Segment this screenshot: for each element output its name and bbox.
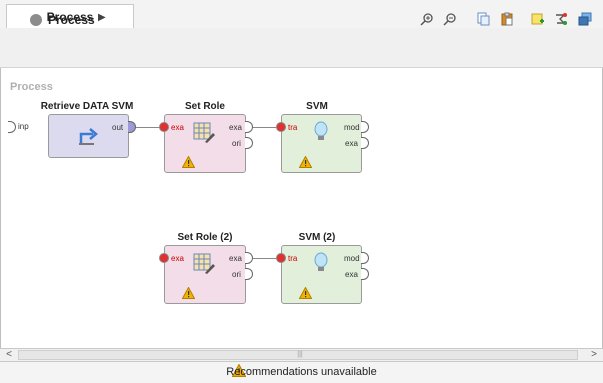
operator-title-retrieve: Retrieve DATA SVM (40, 101, 134, 112)
setrole2-in-label: exa (171, 254, 184, 263)
lightbulb-icon (314, 121, 328, 140)
operator-setrole[interactable]: exa exa ori (164, 114, 246, 173)
svm-out2-label: exa (345, 139, 358, 148)
scroll-left-arrow-icon[interactable]: < (2, 348, 16, 362)
paste-icon[interactable] (500, 12, 514, 26)
warning-icon (182, 287, 195, 299)
warning-icon (299, 156, 312, 168)
setrole2-in-port[interactable] (159, 253, 169, 263)
breadcrumb-process[interactable]: Process (48, 13, 95, 27)
svm-out1-label: mod (344, 123, 360, 132)
wire-setrole2-svm2 (252, 258, 276, 259)
setrole2-out1-label: exa (229, 254, 242, 263)
retrieve-out-label: out (112, 123, 124, 132)
setrole-in-port[interactable] (159, 122, 169, 132)
lightbulb-icon (314, 252, 328, 271)
operator-setrole2[interactable]: exa exa ori (164, 245, 246, 304)
zoom-in-icon[interactable] (420, 12, 434, 26)
svm2-in-label: tra (288, 254, 298, 263)
operator-title-setrole: Set Role (184, 101, 225, 112)
process-toolbar (0, 28, 603, 68)
process-icon (30, 14, 42, 26)
scrollbar-grip-icon: ||| (297, 351, 303, 358)
retrieve-arrow-icon (79, 128, 98, 145)
chevron-right-icon[interactable]: ▶ (98, 12, 106, 23)
scroll-right-arrow-icon[interactable]: > (587, 348, 601, 362)
svm2-out1-label: mod (344, 254, 360, 263)
setrole-out1-label: exa (229, 123, 242, 132)
svm-in-label: tra (288, 123, 298, 132)
operator-title-setrole2: Set Role (2) (177, 232, 233, 243)
operator-svm2[interactable]: tra mod exa (281, 245, 362, 304)
setrole2-out2-label: ori (232, 270, 241, 279)
recommendations-status: Recommendations unavailable (226, 366, 377, 378)
operator-title-svm: SVM (306, 101, 328, 112)
canvas-title: Process (10, 81, 53, 93)
table-edit-icon (193, 122, 215, 143)
warning-icon (299, 287, 312, 299)
operator-svm[interactable]: tra mod exa (281, 114, 362, 173)
layers-icon[interactable] (578, 12, 592, 26)
svm-in-port[interactable] (276, 122, 286, 132)
setrole-out2-label: ori (232, 139, 241, 148)
warning-icon (182, 156, 195, 168)
wire-setrole-svm (252, 127, 276, 128)
setrole-in-label: exa (171, 123, 184, 132)
wire-retrieve-setrole (134, 127, 161, 128)
process-input-port-label: inp (18, 122, 29, 131)
copy-icon[interactable] (476, 12, 490, 26)
svm2-in-port[interactable] (276, 253, 286, 263)
table-edit-icon (193, 253, 215, 274)
route-icon[interactable] (554, 12, 568, 26)
zoom-out-icon[interactable] (443, 12, 457, 26)
svm2-out2-label: exa (345, 270, 358, 279)
operator-retrieve[interactable]: out (48, 114, 129, 158)
operator-title-svm2: SVM (2) (298, 232, 336, 243)
add-note-icon[interactable] (531, 12, 545, 26)
